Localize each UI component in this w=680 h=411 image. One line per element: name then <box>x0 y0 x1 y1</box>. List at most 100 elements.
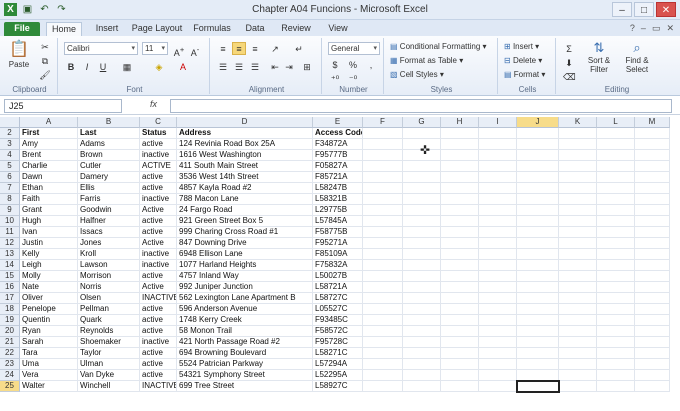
empty-cell[interactable] <box>403 172 441 183</box>
empty-cell[interactable] <box>479 348 517 359</box>
empty-cell[interactable] <box>363 128 403 139</box>
empty-cell[interactable] <box>559 128 597 139</box>
row-header-8[interactable]: 8 <box>0 194 20 205</box>
paste-button[interactable]: 📋 Paste <box>6 40 32 76</box>
empty-cell[interactable] <box>441 150 479 161</box>
format-painter-icon[interactable]: 🖌 <box>38 68 52 81</box>
empty-cell[interactable] <box>597 293 635 304</box>
empty-cell[interactable] <box>597 271 635 282</box>
sort-filter-button[interactable]: ⇅ Sort & Filter <box>582 40 616 74</box>
number-format-dropdown[interactable]: General <box>328 42 380 55</box>
tab-view[interactable]: View <box>322 22 354 36</box>
empty-cell[interactable] <box>441 326 479 337</box>
conditional-formatting-button[interactable]: ▤ Conditional Formatting ▾ <box>390 42 487 51</box>
empty-cell[interactable] <box>559 337 597 348</box>
cell-status[interactable]: Active <box>140 205 177 216</box>
cell-address[interactable]: 58 Monon Trail <box>177 326 313 337</box>
empty-cell[interactable] <box>479 271 517 282</box>
empty-cell[interactable] <box>635 381 670 392</box>
cell-status[interactable]: active <box>140 172 177 183</box>
cell-first[interactable]: Penelope <box>20 304 78 315</box>
empty-cell[interactable] <box>559 326 597 337</box>
tab-home[interactable]: Home <box>46 22 82 36</box>
wrap-text-icon[interactable]: ↵ <box>292 42 306 55</box>
empty-cell[interactable] <box>635 260 670 271</box>
tab-file[interactable]: File <box>4 22 40 36</box>
cell-last[interactable]: Morrison <box>78 271 140 282</box>
cell-last[interactable]: Ellis <box>78 183 140 194</box>
ribbon-minimize-icon[interactable]: – <box>641 23 646 34</box>
empty-cell[interactable] <box>363 271 403 282</box>
cell-status[interactable]: active <box>140 348 177 359</box>
empty-cell[interactable] <box>363 139 403 150</box>
empty-cell[interactable] <box>635 370 670 381</box>
empty-cell[interactable] <box>559 139 597 150</box>
align-top-icon[interactable]: ≡ <box>216 42 230 55</box>
cell-code[interactable]: F85109A <box>313 249 363 260</box>
empty-cell[interactable] <box>559 194 597 205</box>
row-header-15[interactable]: 15 <box>0 271 20 282</box>
empty-cell[interactable] <box>635 161 670 172</box>
empty-cell[interactable] <box>479 249 517 260</box>
empty-cell[interactable] <box>363 238 403 249</box>
grow-font-icon[interactable]: A+ <box>172 42 186 58</box>
empty-cell[interactable] <box>441 161 479 172</box>
row-header-7[interactable]: 7 <box>0 183 20 194</box>
empty-cell[interactable] <box>517 249 559 260</box>
empty-cell[interactable] <box>517 293 559 304</box>
empty-cell[interactable] <box>441 183 479 194</box>
empty-cell[interactable] <box>441 249 479 260</box>
cell-code[interactable]: L57294A <box>313 359 363 370</box>
minimize-icon[interactable]: – <box>612 2 632 17</box>
align-middle-icon[interactable]: ≡ <box>232 42 246 55</box>
column-header-E[interactable]: E <box>313 117 363 128</box>
empty-cell[interactable] <box>597 315 635 326</box>
cell-status[interactable]: inactive <box>140 337 177 348</box>
empty-cell[interactable] <box>403 337 441 348</box>
empty-cell[interactable] <box>479 282 517 293</box>
cell-code[interactable]: L58271C <box>313 348 363 359</box>
cell-address[interactable]: 992 Juniper Junction <box>177 282 313 293</box>
empty-cell[interactable] <box>363 260 403 271</box>
empty-cell[interactable] <box>403 161 441 172</box>
empty-cell[interactable] <box>597 172 635 183</box>
empty-cell[interactable] <box>597 150 635 161</box>
empty-cell[interactable] <box>479 315 517 326</box>
select-all-corner[interactable] <box>0 117 20 128</box>
empty-cell[interactable] <box>479 194 517 205</box>
empty-cell[interactable] <box>517 315 559 326</box>
column-header-M[interactable]: M <box>635 117 670 128</box>
empty-cell[interactable] <box>597 326 635 337</box>
cell-last[interactable]: Quark <box>78 315 140 326</box>
empty-cell[interactable] <box>635 205 670 216</box>
row-header-21[interactable]: 21 <box>0 337 20 348</box>
row-header-18[interactable]: 18 <box>0 304 20 315</box>
tab-data[interactable]: Data <box>240 22 270 36</box>
cell-status[interactable]: active <box>140 359 177 370</box>
cell-status[interactable]: INACTIVE <box>140 381 177 392</box>
cell-first[interactable]: Charlie <box>20 161 78 172</box>
empty-cell[interactable] <box>517 260 559 271</box>
empty-cell[interactable] <box>559 271 597 282</box>
empty-cell[interactable] <box>363 172 403 183</box>
empty-cell[interactable] <box>441 194 479 205</box>
row-header-20[interactable]: 20 <box>0 326 20 337</box>
cell-status[interactable]: active <box>140 183 177 194</box>
empty-cell[interactable] <box>403 216 441 227</box>
empty-cell[interactable] <box>635 249 670 260</box>
empty-cell[interactable] <box>363 249 403 260</box>
cell-first[interactable]: Kelly <box>20 249 78 260</box>
empty-cell[interactable] <box>635 172 670 183</box>
empty-cell[interactable] <box>363 370 403 381</box>
empty-cell[interactable] <box>479 359 517 370</box>
cell-status[interactable]: inactive <box>140 194 177 205</box>
empty-cell[interactable] <box>597 139 635 150</box>
empty-cell[interactable] <box>559 238 597 249</box>
cell-status[interactable]: active <box>140 315 177 326</box>
active-cell-selection[interactable] <box>516 380 560 393</box>
cell-last[interactable]: Pellman <box>78 304 140 315</box>
empty-cell[interactable] <box>441 271 479 282</box>
empty-cell[interactable] <box>517 150 559 161</box>
empty-cell[interactable] <box>635 183 670 194</box>
underline-button[interactable]: U <box>96 60 110 73</box>
